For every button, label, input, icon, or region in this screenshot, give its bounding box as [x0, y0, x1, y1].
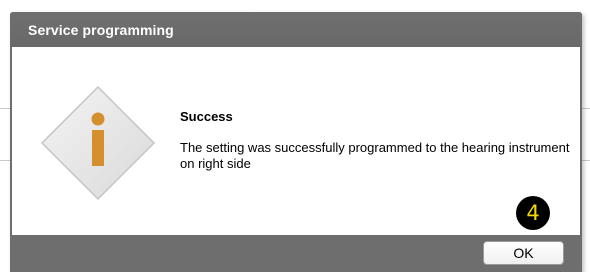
ok-button[interactable]: OK [483, 241, 564, 265]
background-line [582, 160, 590, 161]
background-line [582, 108, 590, 109]
step-number-badge: 4 [516, 196, 550, 230]
message-body: The setting was successfully programmed … [180, 140, 570, 171]
message-title: Success [180, 109, 233, 124]
dialog-content: Success The setting was successfully pro… [12, 47, 580, 235]
background-line [0, 160, 10, 161]
dialog-titlebar: Service programming [10, 12, 582, 47]
background-line [0, 108, 10, 109]
screen: Service programming Success The setting … [0, 0, 590, 272]
dialog-title: Service programming [28, 22, 174, 38]
info-diamond-icon [40, 85, 156, 201]
service-programming-dialog: Service programming Success The setting … [10, 12, 582, 272]
